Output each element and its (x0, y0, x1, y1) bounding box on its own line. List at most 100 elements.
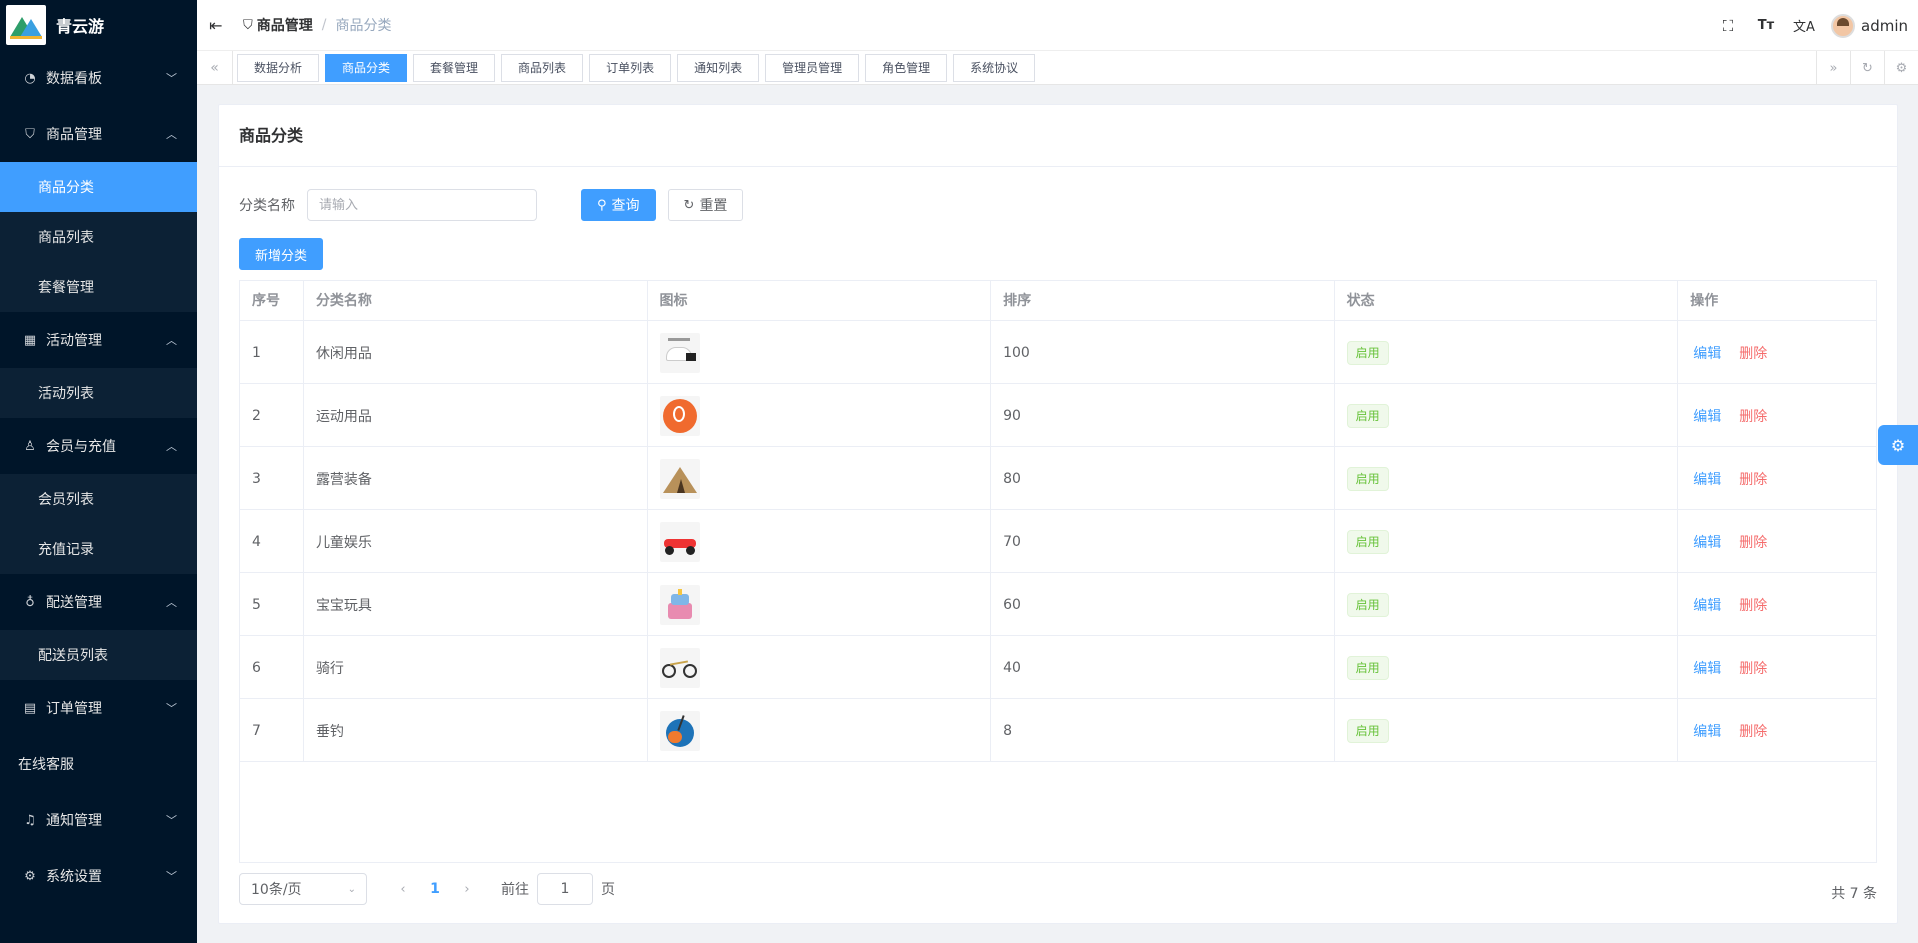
edit-button[interactable]: 编辑 (1693, 469, 1721, 489)
sidebar-item[interactable]: 商品列表 (0, 212, 197, 262)
header: ⇤ ⛉ 商品管理 / 商品分类 ⛶ Tт 文A admin (197, 0, 1918, 51)
category-name-label: 分类名称 (239, 198, 295, 214)
status-badge: 启用 (1346, 529, 1389, 554)
menu-fold-icon[interactable]: ⇤ (209, 16, 229, 35)
search-form: 分类名称 ⚲查询 ↻重置 (239, 189, 744, 221)
tab-0[interactable]: 数据分析 (237, 54, 320, 82)
sidebar-group-0[interactable]: ◔ 数据看板 ﹀ (0, 50, 197, 106)
prev-page-icon[interactable]: ‹ (387, 882, 419, 897)
edit-button[interactable]: 编辑 (1693, 343, 1721, 363)
page-size-select[interactable]: 10条/页 ⌄ (239, 873, 367, 905)
tags-settings-icon[interactable]: ⚙ (1884, 51, 1918, 85)
tab-5[interactable]: 通知列表 (677, 54, 760, 82)
delete-button[interactable]: 删除 (1739, 595, 1767, 615)
sidebar-group-5[interactable]: ▤ 订单管理 ﹀ (0, 680, 197, 736)
tab-6[interactable]: 管理员管理 (765, 54, 860, 82)
delete-button[interactable]: 删除 (1739, 406, 1767, 426)
row-icon-cell (648, 699, 992, 762)
edit-button[interactable]: 编辑 (1693, 406, 1721, 426)
tab-8[interactable]: 系统协议 (953, 54, 1036, 82)
sidebar-group-3[interactable]: ♙ 会员与充值 ︿ (0, 418, 197, 474)
next-page-icon[interactable]: › (451, 882, 483, 897)
row-sort: 90 (991, 384, 1335, 447)
tab-2[interactable]: 套餐管理 (413, 54, 496, 82)
sidebar-group-2[interactable]: ▦ 活动管理 ︿ (0, 312, 197, 368)
page-number[interactable]: 1 (419, 881, 451, 897)
row-category-name: 骑行 (304, 636, 648, 699)
edit-button[interactable]: 编辑 (1693, 721, 1721, 741)
sidebar-item[interactable]: 配送员列表 (0, 630, 197, 680)
reset-button[interactable]: ↻ 重置 (667, 189, 744, 221)
row-category-name: 运动用品 (304, 384, 648, 447)
logo-mountain-icon (6, 5, 46, 45)
go-kart-icon (659, 521, 700, 562)
tab-7[interactable]: 角色管理 (865, 54, 948, 82)
row-actions: 编辑 删除 (1678, 510, 1876, 573)
refresh-icon[interactable]: ↻ (1850, 51, 1884, 85)
tags-scroll-right-icon[interactable]: » (1816, 51, 1850, 85)
category-name-input[interactable] (307, 189, 537, 221)
username[interactable]: admin (1861, 17, 1908, 35)
sidebar-bottom-group-1[interactable]: ⚙ 系统设置 ﹀ (0, 848, 197, 904)
breadcrumb-item-parent[interactable]: 商品管理 (257, 15, 313, 35)
delete-button[interactable]: 删除 (1739, 532, 1767, 552)
breadcrumb: ⛉ 商品管理 / 商品分类 (243, 15, 391, 35)
status-badge: 启用 (1346, 403, 1389, 428)
chevron-down-icon: ﹀ (166, 702, 177, 715)
calendar-icon: ▦ (23, 332, 37, 348)
sidebar-group-label: 数据看板 (46, 71, 102, 87)
sidebar-group-1[interactable]: ⛉ 商品管理 ︿ (0, 106, 197, 162)
page-size-value: 10条/页 (251, 882, 302, 898)
tab-4[interactable]: 订单列表 (589, 54, 672, 82)
sidebar-item[interactable]: 套餐管理 (0, 262, 197, 312)
tab-3[interactable]: 商品列表 (501, 54, 584, 82)
bicycle-icon (659, 647, 700, 688)
chevron-down-icon: ﹀ (166, 814, 177, 827)
status-badge: 启用 (1346, 655, 1389, 680)
settings-drawer-icon[interactable]: ⚙ (1878, 425, 1918, 465)
chevron-up-icon: ︿ (166, 334, 177, 347)
fullscreen-icon[interactable]: ⛶ (1709, 17, 1747, 35)
table-header: 序号 分类名称 图标 排序 状态 操作 (240, 281, 1876, 321)
tab-1[interactable]: 商品分类 (325, 54, 408, 82)
sidebar-item[interactable]: 充值记录 (0, 524, 197, 574)
dashboard-icon: ◔ (24, 70, 36, 86)
row-icon-cell (648, 321, 992, 384)
status-badge: 启用 (1346, 592, 1389, 617)
goto-page-input[interactable] (537, 873, 593, 905)
sidebar-item[interactable]: 商品分类 (0, 162, 197, 212)
add-category-button[interactable]: 新增分类 (239, 238, 324, 270)
leisure-cap-icon (659, 332, 700, 373)
translate-icon[interactable]: 文A (1785, 16, 1823, 35)
row-index: 2 (240, 384, 304, 447)
avatar[interactable] (1831, 13, 1855, 38)
row-sort: 80 (991, 447, 1335, 510)
sidebar-item-customer-service[interactable]: 在线客服 (0, 736, 197, 792)
refresh-icon: ↻ (683, 197, 695, 213)
search-button[interactable]: ⚲ 查询 (581, 189, 656, 221)
delete-button[interactable]: 删除 (1739, 721, 1767, 741)
column-header: 序号 (240, 281, 304, 321)
delete-button[interactable]: 删除 (1739, 343, 1767, 363)
delete-button[interactable]: 删除 (1739, 658, 1767, 678)
logo[interactable]: 青云游 (0, 0, 197, 50)
goto-suffix: 页 (601, 882, 615, 898)
tags-scroll-left-icon[interactable]: « (197, 51, 233, 85)
row-category-name: 休闲用品 (304, 321, 648, 384)
edit-button[interactable]: 编辑 (1693, 532, 1721, 552)
row-status-cell: 启用 (1335, 636, 1679, 699)
sidebar-item[interactable]: 活动列表 (0, 368, 197, 418)
delete-button[interactable]: 删除 (1739, 469, 1767, 489)
edit-button[interactable]: 编辑 (1693, 658, 1721, 678)
font-size-icon[interactable]: Tт (1747, 18, 1785, 33)
row-sort: 8 (991, 699, 1335, 762)
column-header: 排序 (991, 281, 1335, 321)
sports-racket-icon (659, 395, 700, 436)
sidebar-bottom-group-0[interactable]: ♫ 通知管理 ﹀ (0, 792, 197, 848)
sidebar-group-4[interactable]: ♁ 配送管理 ︿ (0, 574, 197, 630)
edit-button[interactable]: 编辑 (1693, 595, 1721, 615)
sidebar-item[interactable]: 会员列表 (0, 474, 197, 524)
column-header: 分类名称 (304, 281, 648, 321)
column-header: 图标 (648, 281, 992, 321)
app-name: 青云游 (56, 17, 105, 36)
